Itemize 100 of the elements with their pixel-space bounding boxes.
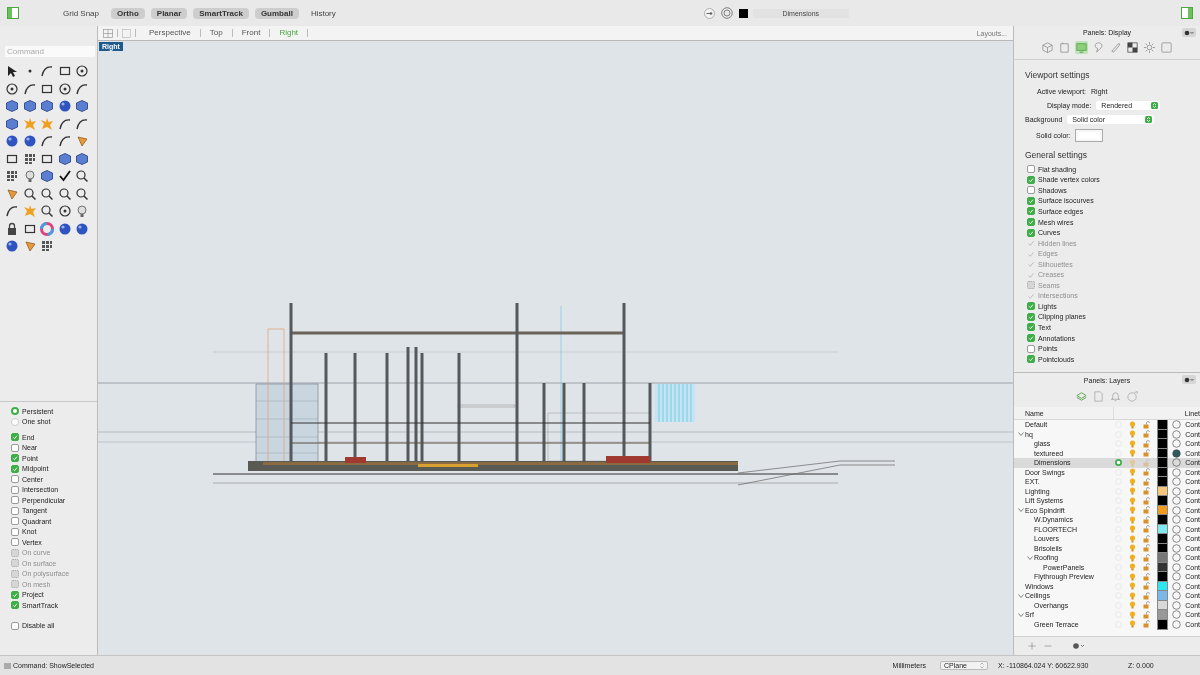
layer-color-swatch[interactable] — [1157, 572, 1167, 582]
remove-icon[interactable] — [1044, 642, 1052, 650]
sphere-icon[interactable] — [57, 99, 72, 113]
toolbar-toggle[interactable]: Planar — [150, 7, 188, 19]
lock-icon[interactable] — [5, 221, 19, 236]
lightbulb-icon[interactable] — [1128, 525, 1136, 534]
lightbulb-icon[interactable] — [1128, 439, 1136, 448]
circle-icon[interactable] — [75, 64, 89, 78]
lightbulb-icon[interactable] — [1128, 487, 1136, 496]
checkbox[interactable] — [11, 506, 19, 515]
sphere-icon[interactable] — [5, 134, 19, 148]
layer-color-swatch[interactable] — [1157, 496, 1167, 506]
checkbox[interactable] — [1027, 312, 1035, 321]
sun-icon[interactable] — [1143, 41, 1156, 54]
four-viewports-icon[interactable] — [103, 28, 113, 38]
padlock-icon[interactable] — [1142, 610, 1150, 619]
viewport-tab[interactable]: Front — [232, 29, 271, 37]
gear-menu-icon[interactable] — [1072, 642, 1086, 650]
lasso-icon[interactable] — [1092, 41, 1105, 54]
checkbox[interactable] — [11, 464, 19, 473]
single-viewport-icon[interactable] — [122, 28, 131, 38]
magnifier-icon[interactable] — [22, 186, 37, 201]
padlock-icon[interactable] — [1142, 553, 1150, 562]
checkbox[interactable] — [1027, 228, 1035, 237]
padlock-icon[interactable] — [1142, 420, 1150, 429]
checkbox[interactable] — [1027, 207, 1035, 216]
lightbulb-icon[interactable] — [1128, 420, 1136, 429]
layer-color-swatch[interactable] — [1157, 600, 1167, 610]
checkbox[interactable] — [1027, 196, 1035, 205]
current-layer-radio[interactable] — [1114, 459, 1122, 467]
sphere-icon[interactable] — [5, 239, 19, 253]
checkbox[interactable] — [11, 496, 19, 505]
square-icon[interactable] — [57, 64, 72, 78]
bell-icon[interactable] — [1109, 390, 1122, 403]
checkbox[interactable] — [11, 601, 19, 610]
layer-color-swatch[interactable] — [1157, 562, 1167, 572]
cube-icon[interactable] — [40, 169, 54, 183]
color-wheel-icon[interactable] — [40, 221, 54, 236]
checkbox[interactable] — [11, 485, 19, 494]
lightbulb-icon[interactable] — [1128, 563, 1136, 572]
layer-color-swatch[interactable] — [1157, 619, 1167, 629]
layer-color-swatch[interactable] — [1157, 486, 1167, 496]
chevron-icon[interactable] — [1017, 507, 1025, 514]
toolbar-toggle[interactable]: History — [304, 7, 342, 19]
command-field[interactable]: Command — [5, 46, 95, 57]
radio-button[interactable] — [11, 407, 19, 416]
curve-icon[interactable] — [5, 204, 19, 218]
magnifier-icon[interactable] — [40, 186, 54, 201]
add-icon[interactable] — [1028, 642, 1036, 650]
sidebar-toggle-icon[interactable] — [7, 7, 19, 19]
chevron-icon[interactable] — [1017, 592, 1025, 599]
sphere-icon[interactable] — [75, 221, 89, 236]
checkbox[interactable] — [1027, 323, 1035, 332]
lightbulb-icon[interactable] — [1128, 449, 1136, 458]
toolbar-toggle[interactable]: Grid Snap — [57, 7, 106, 19]
monitor-icon[interactable] — [1075, 41, 1088, 54]
layer-color-swatch[interactable] — [1157, 439, 1167, 449]
padlock-icon[interactable] — [1142, 572, 1150, 581]
padlock-icon[interactable] — [1142, 591, 1150, 600]
layers-icon[interactable] — [1075, 390, 1088, 403]
grid-icon[interactable] — [22, 151, 37, 166]
checkbox[interactable] — [11, 621, 19, 630]
checkbox[interactable] — [11, 443, 19, 452]
cube-icon[interactable] — [75, 99, 89, 113]
toolbar-toggle[interactable]: Ortho — [111, 7, 145, 19]
checkbox[interactable] — [11, 538, 19, 547]
checker-icon[interactable] — [1126, 41, 1139, 54]
panel-toggle-icon[interactable] — [1181, 7, 1193, 19]
checkbox[interactable] — [1027, 165, 1035, 174]
check-icon[interactable] — [57, 169, 72, 183]
lightbulb-icon[interactable] — [1128, 496, 1136, 505]
circle-icon[interactable] — [5, 81, 19, 96]
curve-icon[interactable] — [57, 134, 72, 148]
layer-color-swatch[interactable] — [1157, 467, 1167, 477]
layer-color-swatch[interactable] — [1157, 458, 1167, 468]
gear-menu-button[interactable] — [1182, 375, 1196, 384]
lightbulb-icon[interactable] — [1128, 544, 1136, 553]
padlock-icon[interactable] — [1142, 534, 1150, 543]
cube-icon[interactable] — [5, 99, 19, 113]
toolbar-toggle[interactable]: Gumball — [254, 7, 299, 19]
curve-icon[interactable] — [75, 116, 89, 131]
layer-color-swatch[interactable] — [1157, 591, 1167, 601]
color-swatch[interactable] — [1075, 129, 1102, 141]
circle-icon[interactable] — [57, 81, 72, 96]
curve-icon[interactable] — [57, 116, 72, 131]
page-icon[interactable] — [1058, 41, 1071, 54]
chevron-icon[interactable] — [1026, 554, 1034, 561]
checkbox[interactable] — [1027, 302, 1035, 311]
lightbulb-icon[interactable] — [1128, 477, 1136, 486]
chevron-icon[interactable] — [1017, 431, 1025, 438]
magnifier-icon[interactable] — [40, 204, 54, 218]
magnifier-icon[interactable] — [57, 186, 72, 201]
lightbulb-icon[interactable] — [1128, 468, 1136, 477]
checkbox[interactable] — [11, 590, 19, 599]
lightbulb-icon[interactable] — [1128, 506, 1136, 515]
circle-icon[interactable] — [57, 204, 72, 218]
padlock-icon[interactable] — [1142, 515, 1150, 524]
layer-color-swatch[interactable] — [1157, 553, 1167, 563]
lightbulb-icon[interactable] — [1128, 610, 1136, 619]
curve-icon[interactable] — [22, 81, 37, 96]
